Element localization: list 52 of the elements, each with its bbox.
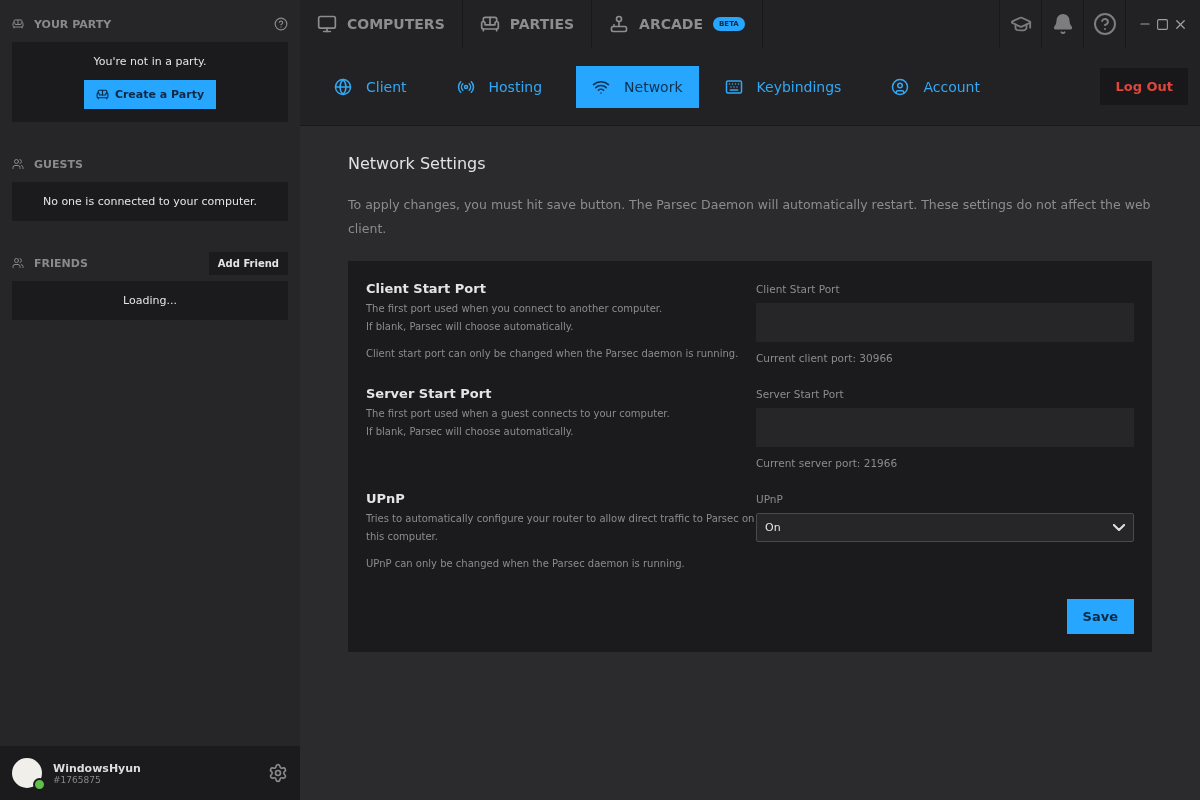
chevron-down-icon	[1113, 524, 1125, 531]
keyboard-icon	[724, 77, 743, 96]
user-name: WindowsHyun	[53, 761, 142, 775]
user-icon	[891, 77, 910, 96]
settings-tab[interactable]: Network	[576, 65, 699, 108]
setting-note: Client start port can only be changed when the Parsec daemon is running.	[366, 348, 740, 359]
field-label: UPnP	[756, 493, 784, 505]
sofa-icon	[95, 88, 109, 101]
setting-title: UPnP	[366, 491, 406, 506]
friends-message: Loading...	[123, 294, 177, 307]
settings-tab[interactable]: Keybindings	[708, 65, 858, 108]
setting-description: The first port used when a guest connects to your computer.	[366, 407, 671, 421]
current-port: Current client port: 30966	[756, 352, 894, 364]
section-title: FRIENDS	[34, 256, 89, 270]
help-icon[interactable]	[274, 17, 288, 31]
current-port: Current server port: 21966	[756, 457, 899, 469]
guests-message: No one is connected to your computer.	[42, 195, 258, 208]
field-label: Client Start Port	[756, 283, 841, 295]
setting-description: If blank, Parsec will choose automatically.	[366, 320, 575, 334]
users-icon	[12, 158, 24, 170]
page-title: Network Settings	[348, 154, 487, 173]
sofa-icon	[12, 18, 24, 30]
users-icon	[12, 257, 24, 269]
add-friend-button[interactable]: Add Friend	[208, 251, 288, 275]
settings-tab[interactable]: Client	[318, 65, 423, 108]
top-nav-label: PARTIES	[509, 16, 575, 32]
joystick-icon	[609, 14, 630, 34]
party-message: You're not in a party.	[93, 55, 207, 68]
globe-icon	[334, 77, 352, 96]
settings-tab[interactable]: Account	[875, 65, 996, 108]
intro-text: To apply changes, you must hit save button. The Parsec Daemon will automatically restart. These settings do not affect the web client.	[348, 196, 1152, 238]
settings-tab[interactable]: Hosting	[440, 65, 559, 108]
monitor-icon	[317, 14, 337, 34]
settings-icon[interactable]	[268, 763, 288, 783]
top-nav-label: ARCADE	[639, 16, 703, 32]
log-out-button[interactable]: Log Out	[1100, 68, 1188, 105]
setting-description: Tries to automatically configure your router to allow direct traffic to Parsec on this computer.	[366, 512, 756, 544]
setting-note: UPnP can only be changed when the Parsec daemon is running.	[366, 558, 686, 569]
setting-description: If blank, Parsec will choose automatically.	[366, 425, 575, 439]
section-title: YOUR PARTY	[34, 17, 113, 31]
section-title: GUESTS	[34, 157, 84, 171]
create-party-button[interactable]: Create a Party	[83, 80, 217, 109]
field-label: Server Start Port	[756, 388, 845, 400]
sofa-icon	[479, 14, 500, 34]
user-tag: #1765875	[53, 774, 257, 785]
setting-description: The first port used when you connect to another computer.	[366, 302, 664, 316]
top-nav-label: COMPUTERS	[347, 16, 445, 32]
setting-title: Server Start Port	[366, 386, 493, 401]
maximize-icon[interactable]	[1156, 17, 1169, 31]
save-button[interactable]: Save	[1066, 599, 1134, 634]
select-field[interactable]: On	[756, 513, 1134, 542]
setting-title: Client Start Port	[366, 281, 487, 296]
